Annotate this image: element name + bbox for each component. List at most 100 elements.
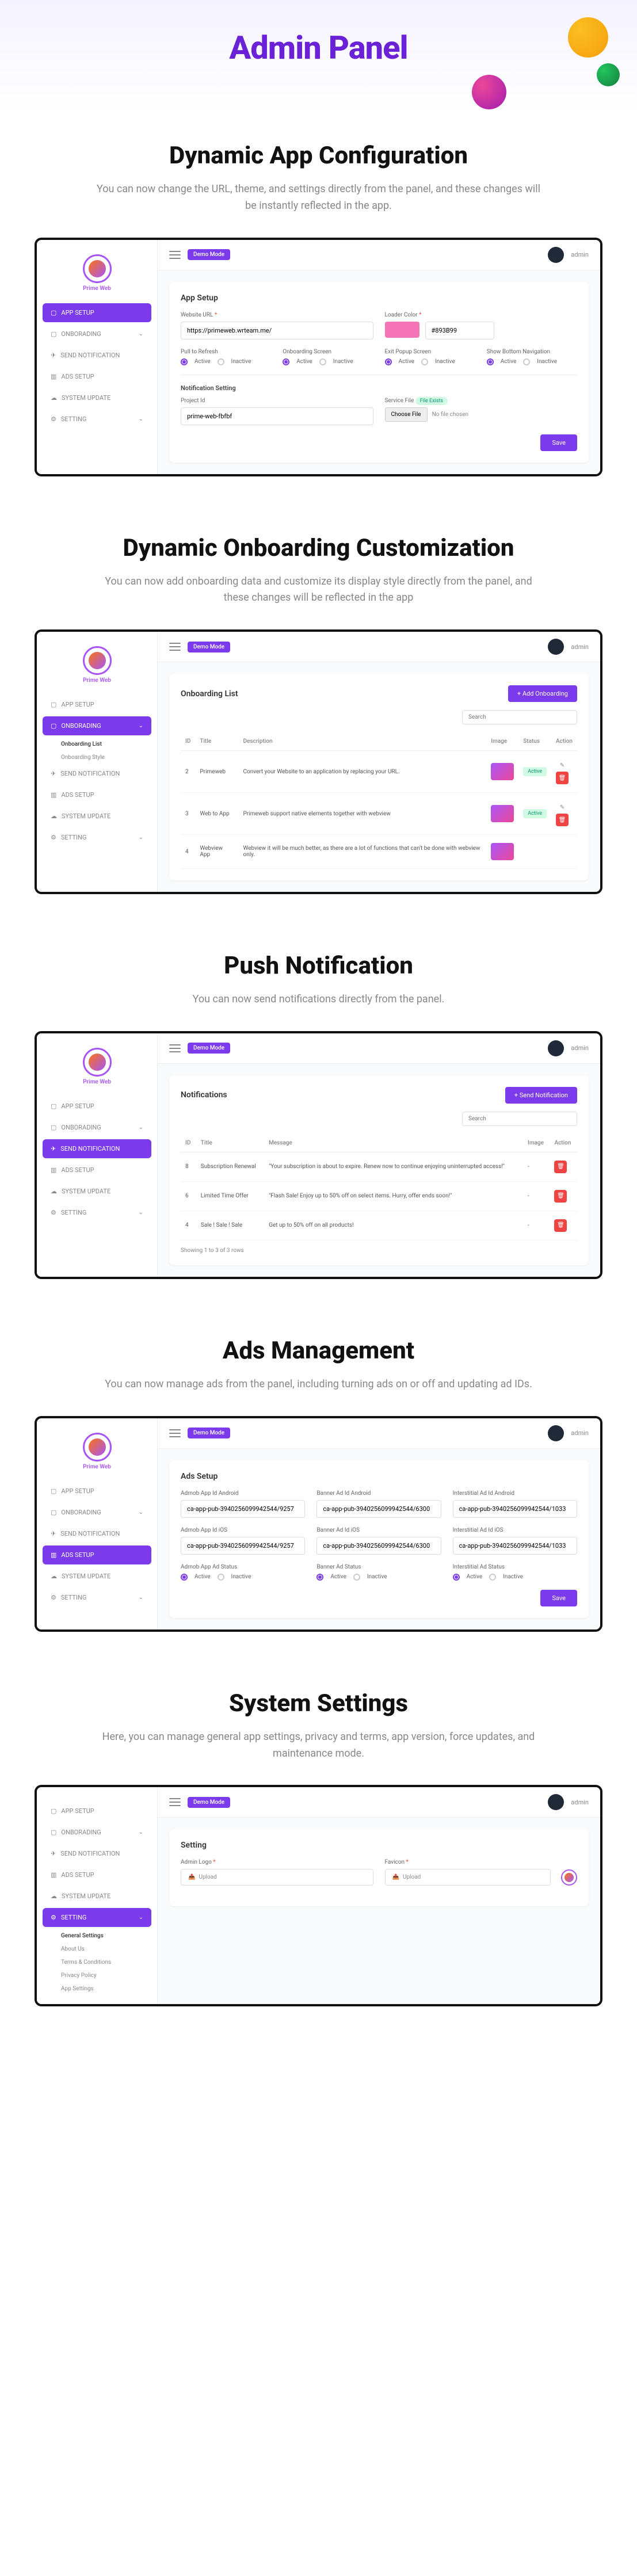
radio-inactive[interactable] xyxy=(319,358,326,365)
send-notification-button[interactable]: + Send Notification xyxy=(505,1087,577,1104)
onboarding-table: IDTitleDescriptionImageStatusAction 2Pri… xyxy=(181,732,577,869)
table-row: 4Sale ! Sale ! SaleGet up to 50% off on … xyxy=(181,1211,577,1240)
radio-inactive[interactable] xyxy=(218,1574,224,1581)
nav-ads-setup[interactable]: ▥ ADS SETUP xyxy=(43,367,151,386)
radio-active[interactable] xyxy=(283,358,289,365)
banner-android-input[interactable] xyxy=(316,1500,441,1518)
nav-ads-setup[interactable]: ▥ ADS SETUP xyxy=(43,1865,151,1884)
hamburger-icon[interactable] xyxy=(169,1798,181,1806)
avatar[interactable] xyxy=(548,247,564,263)
hamburger-icon[interactable] xyxy=(169,1044,181,1052)
section-ads: Ads Management You can now manage ads fr… xyxy=(0,1308,637,1661)
edit-icon[interactable]: ✎ xyxy=(556,801,569,814)
radio-inactive[interactable] xyxy=(421,358,428,365)
loader-color-input[interactable] xyxy=(425,322,494,339)
radio-active[interactable] xyxy=(181,1574,188,1581)
nav-setting[interactable]: ⚙ SETTING⌄ xyxy=(43,410,151,429)
website-url-input[interactable] xyxy=(181,322,373,339)
nav-app-setup[interactable]: ▢ APP SETUP xyxy=(43,695,151,714)
admob-ios-input[interactable] xyxy=(181,1537,305,1555)
nav-system-update[interactable]: ☁ SYSTEM UPDATE xyxy=(43,807,151,826)
table-row: 2PrimewebConvert your Website to an appl… xyxy=(181,751,577,793)
search-input[interactable] xyxy=(462,1112,577,1126)
nav-terms[interactable]: Terms & Conditions xyxy=(43,1956,151,1969)
nav-send-notification[interactable]: ✈ SEND NOTIFICATION xyxy=(43,1524,151,1543)
project-id-input[interactable] xyxy=(181,407,373,425)
nav-system-update[interactable]: ☁ SYSTEM UPDATE xyxy=(43,1182,151,1201)
search-input[interactable] xyxy=(462,710,577,724)
nav-send-notification[interactable]: ✈ SEND NOTIFICATION xyxy=(43,764,151,783)
hamburger-icon[interactable] xyxy=(169,643,181,651)
section-desc: Here, you can manage general app setting… xyxy=(94,1729,543,1762)
nav-setting[interactable]: ⚙ SETTING⌄ xyxy=(43,1588,151,1607)
nav-onboarding-style[interactable]: Onboarding Style xyxy=(43,751,151,764)
section-heading: Ads Management xyxy=(35,1337,602,1365)
decorative-orb xyxy=(472,75,506,109)
nav-general[interactable]: General Settings xyxy=(43,1929,151,1943)
nav-app-setup[interactable]: ▢ APP SETUP xyxy=(43,1482,151,1501)
radio-active[interactable] xyxy=(181,358,188,365)
delete-icon[interactable]: 🗑 xyxy=(556,772,569,784)
nav-setting[interactable]: ⚙ SETTING⌄ xyxy=(43,828,151,847)
upload-logo[interactable]: 📤 Upload xyxy=(181,1869,373,1886)
radio-inactive[interactable] xyxy=(353,1574,360,1581)
hamburger-icon[interactable] xyxy=(169,1429,181,1437)
section-app-config: Dynamic App Configuration You can now ch… xyxy=(0,113,637,505)
brand-logo: Prime Web xyxy=(37,249,157,303)
delete-icon[interactable]: 🗑 xyxy=(556,814,569,826)
nav-onboarding[interactable]: ▢ ONBORADING⌄ xyxy=(43,1823,151,1842)
choose-file-button[interactable]: Choose File xyxy=(385,407,428,422)
radio-inactive[interactable] xyxy=(523,358,530,365)
nav-app-setup[interactable]: ▢ APP SETUP xyxy=(43,1802,151,1821)
nav-onboarding[interactable]: ▢ ONBORADING⌄ xyxy=(43,1503,151,1522)
delete-icon[interactable]: 🗑 xyxy=(554,1190,567,1203)
nav-onboarding[interactable]: ▢ ONBORADING⌄ xyxy=(43,325,151,344)
radio-active[interactable] xyxy=(487,358,494,365)
nav-privacy[interactable]: Privacy Policy xyxy=(43,1969,151,1982)
avatar[interactable] xyxy=(548,1425,564,1441)
nav-ads-setup[interactable]: ▥ ADS SETUP xyxy=(43,785,151,804)
save-button[interactable]: Save xyxy=(540,434,577,451)
delete-icon[interactable]: 🗑 xyxy=(554,1161,567,1173)
radio-active[interactable] xyxy=(453,1574,460,1581)
save-button[interactable]: Save xyxy=(540,1590,577,1606)
avatar[interactable] xyxy=(548,639,564,655)
nav-setting[interactable]: ⚙ SETTING⌄ xyxy=(43,1203,151,1222)
nav-onboarding[interactable]: ▢ ONBORADING⌄ xyxy=(43,716,151,735)
color-swatch[interactable] xyxy=(385,322,419,338)
nav-system-update[interactable]: ☁ SYSTEM UPDATE xyxy=(43,1567,151,1586)
nav-send-notification[interactable]: ✈ SEND NOTIFICATION xyxy=(43,1139,151,1158)
nav-app-settings[interactable]: App Settings xyxy=(43,1982,151,1995)
nav-system-update[interactable]: ☁ SYSTEM UPDATE xyxy=(43,388,151,407)
admob-android-input[interactable] xyxy=(181,1500,305,1518)
inter-android-input[interactable] xyxy=(453,1500,577,1518)
nav-ads-setup[interactable]: ▥ ADS SETUP xyxy=(43,1545,151,1564)
favicon-preview xyxy=(561,1869,577,1886)
nav-send-notification[interactable]: ✈ SEND NOTIFICATION xyxy=(43,346,151,365)
section-system-settings: System Settings Here, you can manage gen… xyxy=(0,1661,637,2036)
radio-active[interactable] xyxy=(316,1574,323,1581)
nav-send-notification[interactable]: ✈ SEND NOTIFICATION xyxy=(43,1844,151,1863)
radio-active[interactable] xyxy=(385,358,392,365)
inter-ios-input[interactable] xyxy=(453,1537,577,1555)
upload-favicon[interactable]: 📤 Upload xyxy=(385,1869,551,1886)
nav-system-update[interactable]: ☁ SYSTEM UPDATE xyxy=(43,1887,151,1906)
nav-ads-setup[interactable]: ▥ ADS SETUP xyxy=(43,1161,151,1180)
section-heading: Dynamic Onboarding Customization xyxy=(35,534,602,562)
section-onboarding: Dynamic Onboarding Customization You can… xyxy=(0,505,637,923)
nav-onboarding[interactable]: ▢ ONBORADING⌄ xyxy=(43,1118,151,1137)
add-onboarding-button[interactable]: + Add Onboarding xyxy=(508,685,577,702)
nav-about[interactable]: About Us xyxy=(43,1943,151,1956)
avatar[interactable] xyxy=(548,1040,564,1056)
nav-app-setup[interactable]: ▢ APP SETUP xyxy=(43,303,151,322)
radio-inactive[interactable] xyxy=(218,358,224,365)
hamburger-icon[interactable] xyxy=(169,251,181,259)
avatar[interactable] xyxy=(548,1794,564,1810)
radio-inactive[interactable] xyxy=(489,1574,496,1581)
banner-ios-input[interactable] xyxy=(316,1537,441,1555)
nav-onboarding-list[interactable]: Onboarding List xyxy=(43,738,151,751)
edit-icon[interactable]: ✎ xyxy=(556,759,569,772)
delete-icon[interactable]: 🗑 xyxy=(554,1219,567,1232)
nav-setting[interactable]: ⚙ SETTING⌄ xyxy=(43,1908,151,1927)
nav-app-setup[interactable]: ▢ APP SETUP xyxy=(43,1097,151,1116)
